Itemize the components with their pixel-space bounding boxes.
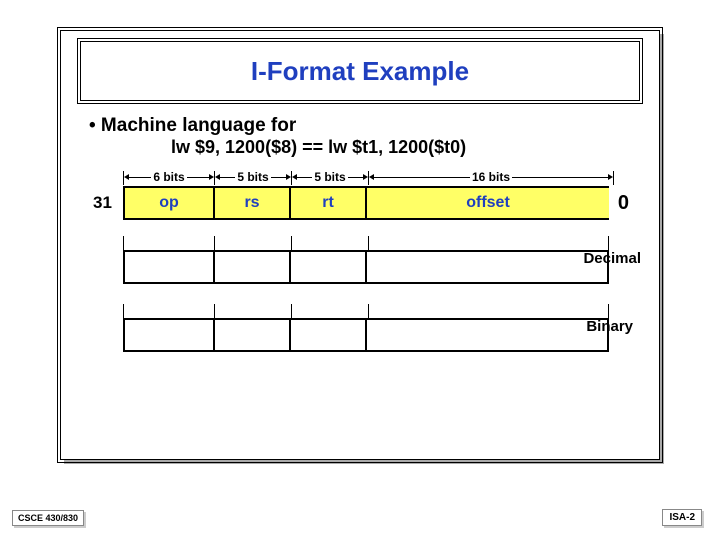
decimal-rt	[289, 250, 365, 284]
page-title: I-Format Example	[251, 56, 469, 87]
bits-6: 6 bits	[124, 170, 214, 184]
footer-left: CSCE 430/830	[12, 510, 84, 526]
binary-row	[123, 318, 609, 352]
ticks-binary	[123, 304, 609, 318]
bullet-line: • Machine language for	[79, 115, 641, 137]
field-offset: offset	[365, 186, 609, 220]
decimal-row	[123, 250, 609, 284]
bits-6-label: 6 bits	[151, 170, 186, 184]
slide-frame: I-Format Example • Machine language for …	[60, 30, 660, 460]
binary-offset	[365, 318, 609, 352]
binary-rs	[213, 318, 289, 352]
decimal-label: Decimal	[583, 250, 641, 267]
decimal-rs	[213, 250, 289, 284]
bits-5b: 5 bits	[292, 170, 368, 184]
bits-16: 16 bits	[369, 170, 613, 184]
title-box: I-Format Example	[80, 41, 640, 101]
fields-row: 31 op rs rt offset 0	[123, 186, 609, 220]
code-line: lw $9, 1200($8) == lw $t1, 1200($t0)	[79, 137, 641, 158]
bits-5b-label: 5 bits	[312, 170, 347, 184]
diagram-area: 6 bits 5 bits 5 bits 16	[79, 168, 639, 352]
slide-body: • Machine language for lw $9, 1200($8) =…	[79, 115, 641, 352]
binary-label: Binary	[586, 318, 633, 335]
binary-rt	[289, 318, 365, 352]
decimal-offset	[365, 250, 609, 284]
field-rt: rt	[289, 186, 365, 220]
footer-right: ISA-2	[662, 509, 702, 526]
binary-op	[123, 318, 213, 352]
lsb-label: 0	[618, 186, 629, 220]
decimal-op	[123, 250, 213, 284]
field-rs: rs	[213, 186, 289, 220]
bits-5a-label: 5 bits	[235, 170, 270, 184]
msb-label: 31	[93, 186, 112, 220]
ticks-decimal	[123, 236, 609, 250]
bit-widths-row: 6 bits 5 bits 5 bits 16	[123, 168, 639, 186]
field-op: op	[123, 186, 213, 220]
bits-5a: 5 bits	[215, 170, 291, 184]
bits-16-label: 16 bits	[470, 170, 512, 184]
